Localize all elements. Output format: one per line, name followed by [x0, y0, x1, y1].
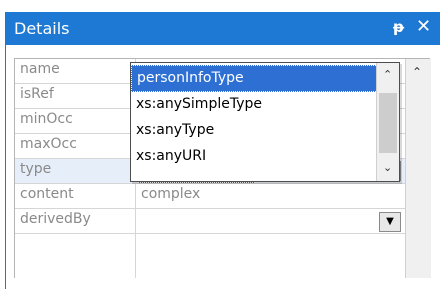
property-value: complex [141, 186, 201, 202]
scroll-down-icon[interactable]: ⌄ [383, 161, 392, 174]
titlebar: Details ᵽ ✕ [6, 12, 440, 45]
property-label: minOcc [20, 111, 73, 127]
dropdown-option[interactable]: xs:anyType [131, 118, 376, 143]
property-label: isRef [20, 86, 54, 102]
type-dropdown-list[interactable]: personInfoType xs:anySimpleType xs:anyTy… [130, 62, 400, 182]
dropdown-scrollbar[interactable]: ⌃ ⌄ [376, 63, 399, 181]
property-row-content[interactable]: content complex [15, 184, 405, 209]
property-label: maxOcc [20, 136, 77, 152]
dropdown-option[interactable]: xs:anyURI [131, 144, 376, 169]
dropdown-option[interactable]: xs:anySimpleType [131, 92, 376, 117]
property-row-derivedby[interactable]: derivedBy ▼ [15, 209, 405, 234]
dropdown-option[interactable]: personInfoType [131, 65, 378, 92]
close-icon[interactable]: ✕ [416, 16, 431, 37]
properties-scrollbar[interactable]: ⌃ [405, 59, 431, 278]
scroll-up-icon[interactable]: ⌃ [383, 68, 392, 81]
property-label: derivedBy [20, 211, 91, 227]
pin-icon[interactable]: ᵽ [393, 18, 404, 36]
scroll-thumb[interactable] [379, 93, 397, 153]
property-label: content [20, 186, 74, 202]
property-label: name [20, 61, 60, 77]
chevron-down-icon[interactable]: ▼ [379, 212, 401, 232]
panel-title: Details [14, 19, 70, 38]
scroll-up-icon[interactable]: ⌃ [412, 65, 422, 79]
property-label: type [20, 161, 52, 177]
